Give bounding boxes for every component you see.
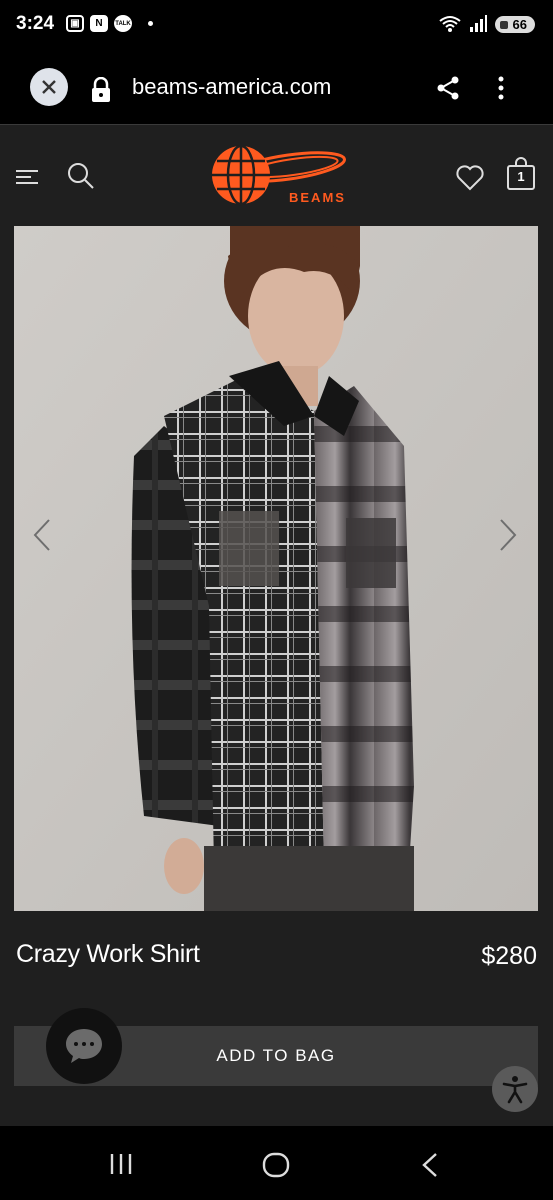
close-icon: [42, 80, 56, 94]
photo-icon: ▣: [66, 15, 84, 32]
close-tab-button[interactable]: [30, 68, 68, 106]
android-nav-bar: [0, 1126, 553, 1200]
product-price: $280: [481, 942, 537, 970]
site-header: BEAMS 1: [0, 125, 553, 225]
more-notifications-dot: [148, 21, 153, 26]
accessibility-button[interactable]: [492, 1066, 538, 1112]
recent-apps-icon[interactable]: [108, 1152, 134, 1176]
browser-url-bar: beams-america.com: [0, 52, 553, 125]
next-image-arrow[interactable]: [498, 518, 518, 552]
status-time: 3:24: [16, 13, 55, 34]
home-icon[interactable]: [262, 1152, 290, 1178]
system-status: 66: [438, 15, 535, 33]
chat-button[interactable]: [46, 1008, 122, 1084]
product-name: Crazy Work Shirt: [16, 940, 200, 968]
more-options-icon[interactable]: [497, 75, 505, 101]
product-image[interactable]: [14, 226, 538, 911]
back-icon[interactable]: [420, 1152, 440, 1178]
logo-text: BEAMS: [289, 190, 346, 205]
beams-logo[interactable]: BEAMS: [205, 144, 350, 216]
url-text[interactable]: beams-america.com: [132, 74, 331, 100]
search-icon[interactable]: [66, 161, 96, 191]
naver-icon: N: [90, 15, 108, 32]
battery-indicator: 66: [494, 15, 535, 33]
notification-icons: ▣ N TALK: [66, 15, 153, 32]
shopping-bag-button[interactable]: 1: [505, 157, 537, 191]
accessibility-icon: [502, 1076, 528, 1104]
previous-image-arrow[interactable]: [32, 518, 52, 552]
wifi-icon: [438, 16, 461, 32]
lock-icon[interactable]: [90, 77, 112, 103]
wishlist-heart-icon[interactable]: [456, 165, 484, 191]
product-photo: [14, 226, 538, 911]
chat-bubble-icon: [66, 1029, 102, 1063]
status-bar: 3:24 ▣ N TALK 66: [0, 0, 553, 52]
signal-icon: [469, 15, 487, 32]
share-icon[interactable]: [436, 75, 460, 101]
talk-icon: TALK: [114, 15, 132, 32]
bag-count-badge: 1: [517, 169, 525, 184]
menu-icon[interactable]: [14, 167, 40, 187]
